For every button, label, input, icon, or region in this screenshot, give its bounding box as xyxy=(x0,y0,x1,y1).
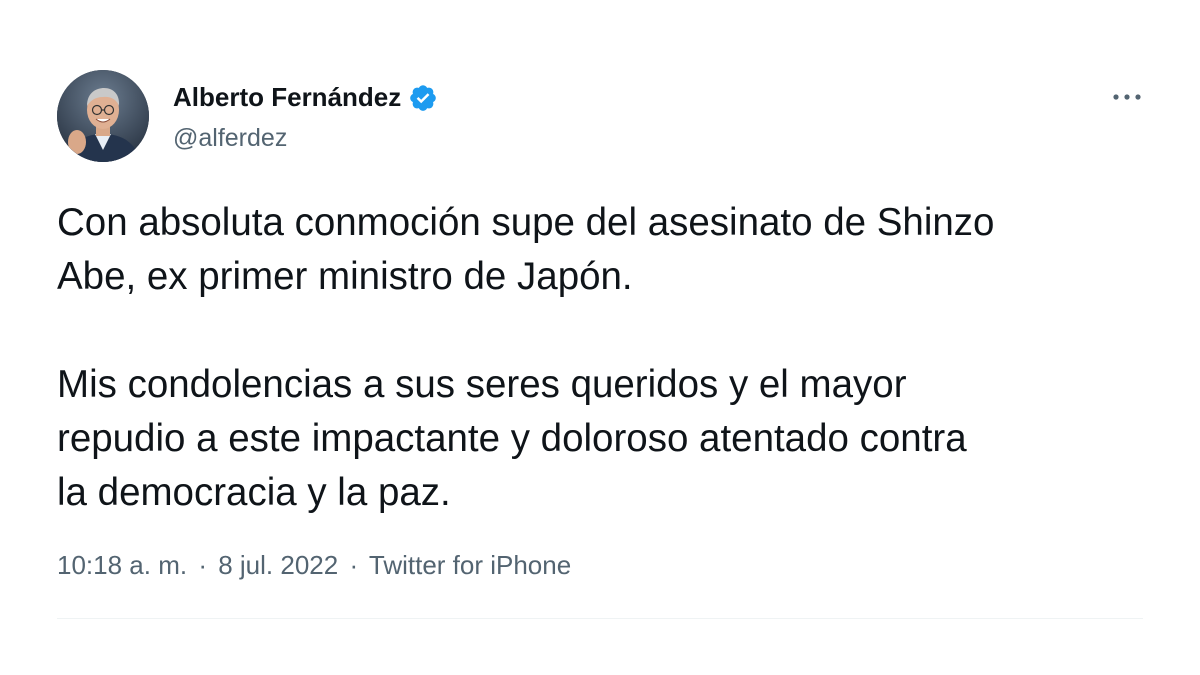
tweet-metadata: 10:18 a. m. · 8 jul. 2022 · Twitter for … xyxy=(57,550,571,581)
author-handle[interactable]: @alferdez xyxy=(173,124,287,153)
meta-separator: · xyxy=(349,550,359,580)
more-options-button[interactable] xyxy=(1106,82,1148,112)
divider xyxy=(57,618,1143,619)
author-name-row[interactable]: Alberto Fernández xyxy=(173,82,438,113)
more-horizontal-icon xyxy=(1113,94,1141,100)
verified-badge-icon xyxy=(408,83,438,113)
tweet-card: Alberto Fernández @alferdez Con absoluta… xyxy=(0,0,1200,675)
tweet-source[interactable]: Twitter for iPhone xyxy=(369,550,571,580)
tweet-paragraph: Con absoluta conmoción supe del asesinat… xyxy=(57,201,995,298)
author-name[interactable]: Alberto Fernández xyxy=(173,82,401,113)
author-avatar[interactable] xyxy=(57,70,149,162)
tweet-body: Con absoluta conmoción supe del asesinat… xyxy=(57,196,1157,520)
tweet-paragraph: Mis condolencias a sus seres queridos y … xyxy=(57,363,967,514)
tweet-time[interactable]: 10:18 a. m. xyxy=(57,550,187,580)
meta-separator: · xyxy=(198,550,207,580)
tweet-date[interactable]: 8 jul. 2022 xyxy=(218,550,338,580)
profile-photo-icon xyxy=(57,70,149,162)
